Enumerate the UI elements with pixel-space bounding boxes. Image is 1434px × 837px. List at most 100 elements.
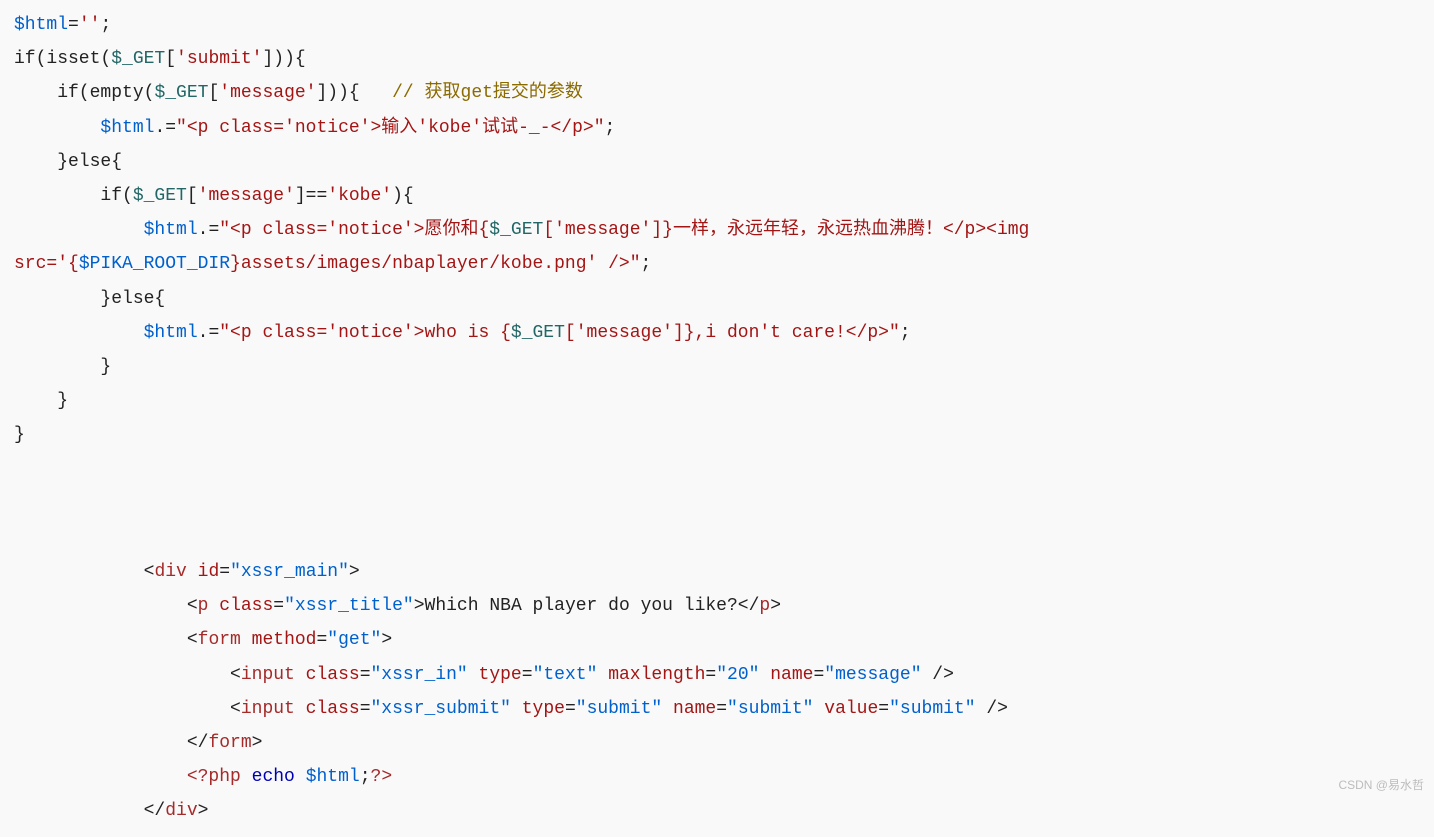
code-token: class (306, 665, 360, 685)
code-token: < (14, 699, 241, 719)
code-token (241, 767, 252, 787)
code-token: [ (165, 49, 176, 69)
code-token: 'message' (198, 186, 295, 206)
code-token: [ (565, 323, 576, 343)
code-token: class (219, 596, 273, 616)
code-token: } (14, 425, 25, 445)
code-token: > (198, 801, 209, 821)
code-token: > (770, 596, 781, 616)
code-token: /> (922, 665, 954, 685)
code-token: 'kobe' (327, 186, 392, 206)
code-token: > (414, 596, 425, 616)
code-token: ; (641, 254, 652, 274)
code-token: < (14, 630, 198, 650)
code-token: $_GET (511, 323, 565, 343)
code-token: '' (79, 15, 101, 35)
code-token: "message" (824, 665, 921, 685)
code-token: Which NBA player do you like? (425, 596, 738, 616)
code-token: "submit" (576, 699, 662, 719)
code-token: } (14, 391, 68, 411)
code-token (14, 323, 144, 343)
code-token: = (219, 562, 230, 582)
code-token: = (705, 665, 716, 685)
code-token: = (813, 665, 824, 685)
code-token: } (14, 357, 111, 377)
code-token: type (522, 699, 565, 719)
code-token: .= (154, 118, 176, 138)
code-token: "submit" (727, 699, 813, 719)
code-token: [ (187, 186, 198, 206)
code-token: $html (306, 767, 360, 787)
code-token: = (360, 665, 371, 685)
code-token: "xssr_in" (371, 665, 468, 685)
code-token: maxlength (608, 665, 705, 685)
code-token: ])){ (316, 83, 392, 103)
code-token: 'submit' (176, 49, 262, 69)
code-token: $html (144, 323, 198, 343)
code-token (295, 699, 306, 719)
code-token: name (770, 665, 813, 685)
code-token: < (14, 562, 154, 582)
code-token: src='{ (14, 254, 79, 274)
code-token: "<p class='notice'>愿你和{ (219, 220, 489, 240)
code-token: < (14, 596, 198, 616)
code-token: echo (252, 767, 295, 787)
code-token: form (208, 733, 251, 753)
code-token: = (360, 699, 371, 719)
code-token: $_GET (111, 49, 165, 69)
code-token: method (252, 630, 317, 650)
code-token: 'message' (554, 220, 651, 240)
code-token: [ (208, 83, 219, 103)
code-token: ; (900, 323, 911, 343)
code-block: $html=''; if(isset($_GET['submit'])){ if… (0, 0, 1434, 837)
code-token: "<p class='notice'>who is { (219, 323, 511, 343)
code-token: </ (14, 733, 208, 753)
code-token: [ (543, 220, 554, 240)
code-token: < (14, 665, 241, 685)
code-token: "xssr_submit" (371, 699, 511, 719)
code-token: $_GET (489, 220, 543, 240)
code-token: 'message' (219, 83, 316, 103)
code-token: ?> (371, 767, 393, 787)
code-token: > (381, 630, 392, 650)
code-token: .= (198, 220, 220, 240)
code-token: id (198, 562, 220, 582)
code-comment: // 获取get提交的参数 (392, 83, 583, 103)
code-token: div (154, 562, 186, 582)
code-token: = (565, 699, 576, 719)
code-token: input (241, 699, 295, 719)
code-token: p (198, 596, 209, 616)
code-token: ]},i don't care!</p>" (673, 323, 900, 343)
code-token (14, 767, 187, 787)
code-token: type (479, 665, 522, 685)
code-token: ]}一样，永远年轻，永远热血沸腾！</p><img (651, 220, 1040, 240)
code-token: = (316, 630, 327, 650)
code-token: input (241, 665, 295, 685)
code-token: "<p class='notice'>输入'kobe'试试-_-</p>" (176, 118, 604, 138)
code-token: if(isset( (14, 49, 111, 69)
code-token: "submit" (889, 699, 975, 719)
code-token (295, 665, 306, 685)
code-token: </ (738, 596, 760, 616)
code-token: ; (360, 767, 371, 787)
code-token (14, 220, 144, 240)
code-token: "text" (533, 665, 598, 685)
code-token: $_GET (133, 186, 187, 206)
code-token: }assets/images/nbaplayer/kobe.png' />" (230, 254, 640, 274)
code-token: "xssr_main" (230, 562, 349, 582)
code-token: class (306, 699, 360, 719)
code-token: name (673, 699, 716, 719)
code-token: ){ (392, 186, 414, 206)
code-token (187, 562, 198, 582)
code-token: "get" (327, 630, 381, 650)
code-token: 'message' (576, 323, 673, 343)
code-token: > (252, 733, 263, 753)
code-token: p (759, 596, 770, 616)
code-token: form (198, 630, 241, 650)
code-token: $html (100, 118, 154, 138)
code-token: value (824, 699, 878, 719)
code-token: </ (14, 801, 165, 821)
code-token: ]== (295, 186, 327, 206)
code-token: <?php (187, 767, 241, 787)
code-token: if(empty( (14, 83, 154, 103)
